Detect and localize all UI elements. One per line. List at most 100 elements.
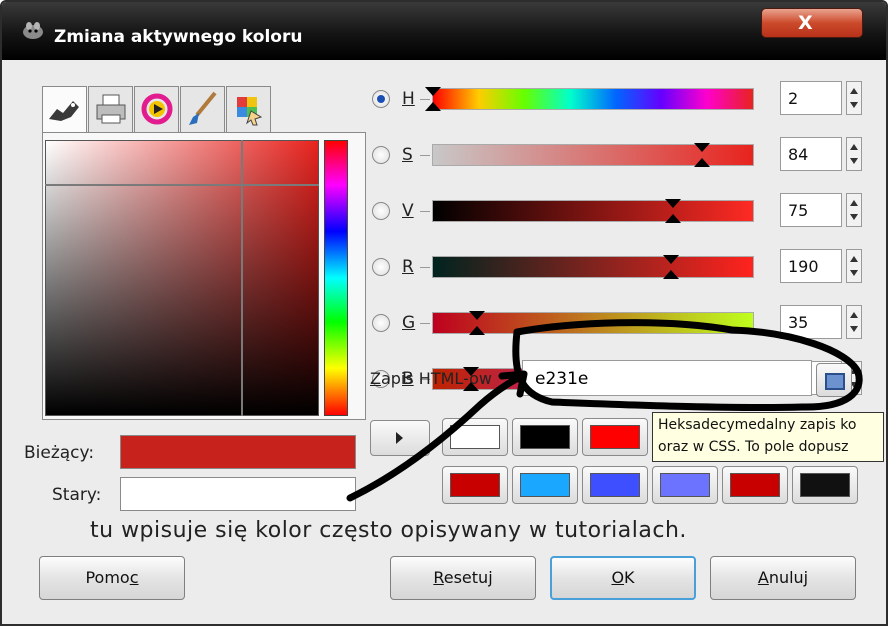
channel-label-v: V bbox=[402, 201, 414, 221]
old-color-label: Stary: bbox=[52, 485, 102, 505]
hue-strip[interactable] bbox=[324, 140, 348, 416]
sv-crosshair-horizontal bbox=[45, 184, 319, 186]
history-swatch-color bbox=[800, 473, 850, 497]
history-swatch-color bbox=[590, 473, 640, 497]
slider-marker-bottom[interactable] bbox=[425, 102, 441, 111]
radio-r[interactable] bbox=[372, 258, 390, 276]
old-color-swatch bbox=[120, 477, 356, 511]
history-swatch[interactable] bbox=[442, 466, 508, 504]
slider-marker-bottom[interactable] bbox=[468, 326, 485, 335]
spin-input-s[interactable]: 84 bbox=[780, 137, 842, 171]
radio-s[interactable] bbox=[372, 146, 390, 164]
tab-wheel[interactable] bbox=[134, 86, 179, 132]
history-swatch[interactable] bbox=[512, 418, 578, 456]
slider-bar-g[interactable] bbox=[432, 311, 754, 335]
spin-arrows-icon[interactable] bbox=[846, 137, 862, 171]
radio-v[interactable] bbox=[372, 202, 390, 220]
tooltip-line-2: oraz w CSS. To pole dopusz bbox=[658, 439, 849, 455]
printer-icon bbox=[96, 94, 126, 124]
palette-icon bbox=[237, 97, 263, 126]
history-swatch-color bbox=[450, 425, 500, 449]
color-dialog-window: Zmiana aktywnego koloru X H 2 S 84 V 75 … bbox=[0, 0, 888, 626]
dialog-body: H2S84V75R190G35B30 Zapis HTML-ow e231e B… bbox=[12, 60, 884, 620]
slider-row-r: R 190 bbox=[372, 248, 862, 288]
channel-dash bbox=[420, 99, 430, 100]
saturation-value-area[interactable] bbox=[45, 140, 319, 416]
slider-marker-top[interactable] bbox=[663, 255, 680, 264]
history-swatch-color bbox=[660, 473, 710, 497]
history-swatch[interactable] bbox=[722, 466, 788, 504]
slider-bar-s[interactable] bbox=[432, 143, 754, 167]
history-swatch-color bbox=[450, 473, 500, 497]
spin-input-g[interactable]: 35 bbox=[780, 305, 842, 339]
history-swatch-color bbox=[520, 425, 570, 449]
channel-dash bbox=[420, 211, 430, 212]
history-swatch[interactable] bbox=[442, 418, 508, 456]
channel-dash bbox=[420, 323, 430, 324]
radio-h[interactable] bbox=[372, 90, 390, 108]
sv-crosshair-vertical bbox=[241, 140, 243, 416]
slider-row-g: G 35 bbox=[372, 304, 862, 344]
tooltip-line-1: Heksadecymedalny zapis ko bbox=[658, 417, 857, 433]
spin-arrows-icon[interactable] bbox=[846, 249, 862, 283]
spin-input-r[interactable]: 190 bbox=[780, 249, 842, 283]
slider-marker-bottom[interactable] bbox=[693, 158, 710, 167]
color-picker-button[interactable] bbox=[816, 363, 852, 397]
channel-dash bbox=[420, 267, 430, 268]
slider-marker-top[interactable] bbox=[693, 143, 710, 152]
spin-input-v[interactable]: 75 bbox=[780, 193, 842, 227]
slider-marker-top[interactable] bbox=[665, 199, 681, 208]
radio-g[interactable] bbox=[372, 314, 390, 332]
close-button[interactable]: X bbox=[761, 8, 863, 38]
slider-bar-v[interactable] bbox=[432, 199, 754, 223]
add-to-history-button[interactable] bbox=[370, 420, 430, 456]
tab-watercolor[interactable] bbox=[180, 86, 225, 132]
slider-bar-h[interactable] bbox=[425, 87, 754, 111]
history-swatch-color bbox=[730, 473, 780, 497]
close-icon: X bbox=[798, 12, 813, 34]
channel-label-g: G bbox=[402, 313, 416, 333]
channel-label-h: H bbox=[402, 89, 415, 109]
history-swatch[interactable] bbox=[792, 466, 858, 504]
history-swatch[interactable] bbox=[582, 466, 648, 504]
slider-marker-top[interactable] bbox=[425, 87, 441, 96]
cancel-button[interactable]: Anuluj bbox=[710, 556, 856, 600]
history-swatch[interactable] bbox=[652, 466, 718, 504]
tab-palette[interactable] bbox=[226, 86, 271, 132]
html-notation-input[interactable]: e231e bbox=[522, 360, 812, 396]
history-swatch[interactable] bbox=[512, 466, 578, 504]
slider-row-h: H2 bbox=[372, 80, 862, 120]
history-swatch-color bbox=[590, 425, 640, 449]
wilber-icon bbox=[49, 101, 79, 121]
channel-dash bbox=[420, 155, 430, 156]
html-notation-label: Zapis HTML-ow bbox=[370, 369, 492, 388]
slider-marker-bottom[interactable] bbox=[663, 270, 680, 279]
ok-button[interactable]: OK bbox=[550, 556, 696, 600]
annotation-caption: tu wpisuje się kolor często opisywany w … bbox=[90, 518, 687, 543]
channel-label-r: R bbox=[402, 257, 414, 277]
spin-arrows-icon[interactable] bbox=[846, 193, 862, 227]
spin-input-h[interactable]: 2 bbox=[780, 81, 842, 115]
current-color-label: Bieżący: bbox=[24, 443, 95, 463]
history-swatch-color bbox=[520, 473, 570, 497]
brush-icon bbox=[189, 91, 217, 125]
slider-marker-top[interactable] bbox=[468, 311, 485, 320]
title-bar[interactable]: Zmiana aktywnego koloru X bbox=[2, 2, 886, 60]
tab-gimp-selector[interactable] bbox=[42, 86, 87, 134]
slider-bar-r[interactable] bbox=[432, 255, 754, 279]
spin-arrows-icon[interactable] bbox=[846, 305, 862, 339]
reset-button[interactable]: Resetuj bbox=[390, 556, 536, 600]
color-wheel-icon bbox=[141, 93, 173, 125]
slider-row-s: S 84 bbox=[372, 136, 862, 176]
window-title: Zmiana aktywnego koloru bbox=[54, 27, 303, 47]
gimp-icon bbox=[23, 22, 43, 39]
current-color-swatch bbox=[120, 435, 356, 469]
spin-arrows-icon[interactable] bbox=[846, 81, 862, 115]
slider-row-v: V 75 bbox=[372, 192, 862, 232]
channel-label-s: S bbox=[402, 145, 413, 165]
history-swatch[interactable] bbox=[582, 418, 648, 456]
tab-cmyk[interactable] bbox=[88, 86, 133, 132]
tooltip: Heksadecymedalny zapis ko oraz w CSS. To… bbox=[652, 412, 884, 462]
slider-marker-bottom[interactable] bbox=[665, 214, 681, 223]
help-button[interactable]: Pomoc bbox=[39, 556, 185, 600]
